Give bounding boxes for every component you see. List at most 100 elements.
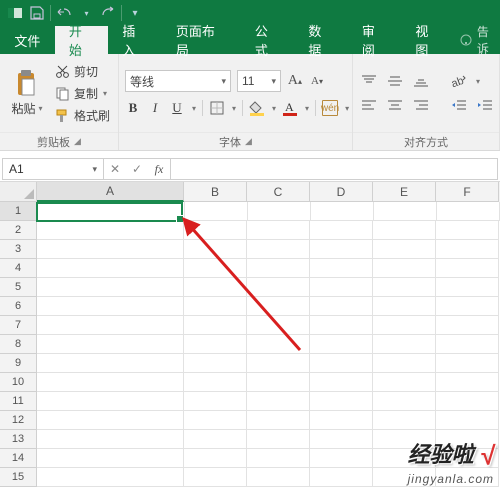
cell[interactable] bbox=[310, 354, 373, 373]
cell[interactable] bbox=[247, 468, 310, 487]
clipboard-dialog-launcher-icon[interactable]: ◢ bbox=[74, 136, 81, 147]
redo-icon[interactable] bbox=[97, 3, 119, 23]
row-header[interactable]: 5 bbox=[0, 278, 37, 297]
cell[interactable] bbox=[436, 354, 499, 373]
row-header[interactable]: 8 bbox=[0, 335, 37, 354]
align-bottom-icon[interactable] bbox=[411, 73, 431, 89]
cell[interactable] bbox=[184, 221, 247, 240]
tab-data[interactable]: 数据 bbox=[294, 26, 348, 54]
cell[interactable] bbox=[37, 468, 184, 487]
cell[interactable] bbox=[247, 373, 310, 392]
cell[interactable] bbox=[310, 411, 373, 430]
cell[interactable] bbox=[37, 411, 184, 430]
cell[interactable] bbox=[247, 221, 310, 240]
undo-icon[interactable] bbox=[53, 3, 75, 23]
tab-page-layout[interactable]: 页面布局 bbox=[162, 26, 241, 54]
cell[interactable] bbox=[436, 392, 499, 411]
cell[interactable] bbox=[184, 373, 247, 392]
underline-icon[interactable]: U bbox=[169, 100, 185, 116]
align-center-icon[interactable] bbox=[385, 97, 405, 113]
row-header[interactable]: 11 bbox=[0, 392, 37, 411]
cell[interactable] bbox=[374, 202, 437, 221]
tab-formulas[interactable]: 公式 bbox=[241, 26, 295, 54]
copy-button[interactable]: 复制▾ bbox=[52, 83, 112, 103]
row-header[interactable]: 13 bbox=[0, 430, 37, 449]
cell[interactable] bbox=[436, 335, 499, 354]
cell[interactable] bbox=[37, 335, 184, 354]
row-header[interactable]: 3 bbox=[0, 240, 37, 259]
cell[interactable] bbox=[436, 316, 499, 335]
col-header-E[interactable]: E bbox=[373, 182, 436, 202]
cell[interactable] bbox=[373, 221, 436, 240]
cell[interactable] bbox=[247, 354, 310, 373]
align-right-icon[interactable] bbox=[411, 97, 431, 113]
row-header[interactable]: 1 bbox=[0, 202, 38, 221]
cell[interactable] bbox=[437, 202, 500, 221]
undo-dropdown-icon[interactable]: ▾ bbox=[75, 3, 97, 23]
tab-review[interactable]: 审阅 bbox=[348, 26, 402, 54]
font-color-dropdown[interactable]: ▾ bbox=[305, 104, 309, 113]
cell[interactable] bbox=[247, 449, 310, 468]
row-header[interactable]: 14 bbox=[0, 449, 37, 468]
row-header[interactable]: 12 bbox=[0, 411, 37, 430]
decrease-font-icon[interactable]: A▾ bbox=[309, 73, 325, 89]
cell[interactable] bbox=[184, 259, 247, 278]
cut-button[interactable]: 剪切 bbox=[52, 61, 112, 81]
cell[interactable] bbox=[436, 411, 499, 430]
insert-function-icon[interactable]: fx bbox=[148, 162, 170, 177]
increase-indent-icon[interactable] bbox=[475, 97, 495, 113]
cell[interactable] bbox=[37, 316, 184, 335]
cell[interactable] bbox=[373, 411, 436, 430]
font-name-select[interactable]: 等线 ▾ bbox=[125, 70, 231, 92]
cell[interactable] bbox=[436, 221, 499, 240]
font-dialog-launcher-icon[interactable]: ◢ bbox=[245, 136, 252, 147]
phonetic-dropdown[interactable]: ▾ bbox=[345, 104, 349, 113]
cell[interactable] bbox=[436, 259, 499, 278]
paste-button[interactable]: 粘贴▾ bbox=[6, 70, 48, 117]
cell[interactable] bbox=[184, 430, 247, 449]
col-header-A[interactable]: A bbox=[37, 182, 184, 202]
cell[interactable] bbox=[184, 316, 247, 335]
format-painter-button[interactable]: 格式刷 bbox=[52, 105, 112, 125]
cell[interactable] bbox=[310, 221, 373, 240]
tab-insert[interactable]: 插入 bbox=[108, 26, 162, 54]
cell[interactable] bbox=[37, 259, 184, 278]
cell[interactable] bbox=[37, 373, 184, 392]
borders-icon[interactable] bbox=[209, 100, 225, 116]
cell[interactable] bbox=[310, 316, 373, 335]
row-header[interactable]: 15 bbox=[0, 468, 37, 487]
align-left-icon[interactable] bbox=[359, 97, 379, 113]
cell[interactable] bbox=[373, 259, 436, 278]
cell[interactable] bbox=[247, 411, 310, 430]
cell[interactable] bbox=[310, 335, 373, 354]
cell[interactable] bbox=[373, 240, 436, 259]
cell[interactable] bbox=[247, 259, 310, 278]
phonetic-guide-icon[interactable]: wén bbox=[322, 100, 338, 116]
tell-me[interactable]: 告诉 bbox=[459, 26, 500, 54]
cell[interactable] bbox=[310, 373, 373, 392]
cell[interactable] bbox=[373, 316, 436, 335]
cell[interactable] bbox=[37, 278, 184, 297]
select-all-triangle[interactable] bbox=[0, 182, 37, 202]
align-middle-icon[interactable] bbox=[385, 73, 405, 89]
cell[interactable] bbox=[37, 449, 184, 468]
row-header[interactable]: 4 bbox=[0, 259, 37, 278]
cell[interactable] bbox=[247, 278, 310, 297]
cell[interactable] bbox=[310, 468, 373, 487]
fill-color-dropdown[interactable]: ▾ bbox=[272, 104, 276, 113]
cell[interactable] bbox=[373, 297, 436, 316]
cell[interactable] bbox=[310, 297, 373, 316]
cell[interactable] bbox=[184, 240, 247, 259]
decrease-indent-icon[interactable] bbox=[449, 97, 469, 113]
cell[interactable] bbox=[184, 335, 247, 354]
increase-font-icon[interactable]: A▴ bbox=[287, 73, 303, 89]
cell[interactable] bbox=[373, 392, 436, 411]
cell[interactable] bbox=[37, 297, 184, 316]
cell[interactable] bbox=[373, 278, 436, 297]
formula-input[interactable] bbox=[171, 158, 498, 180]
cell[interactable] bbox=[436, 373, 499, 392]
cell[interactable] bbox=[247, 392, 310, 411]
font-size-select[interactable]: 11 ▾ bbox=[237, 70, 281, 92]
cell[interactable] bbox=[184, 411, 247, 430]
cell[interactable] bbox=[185, 202, 248, 221]
